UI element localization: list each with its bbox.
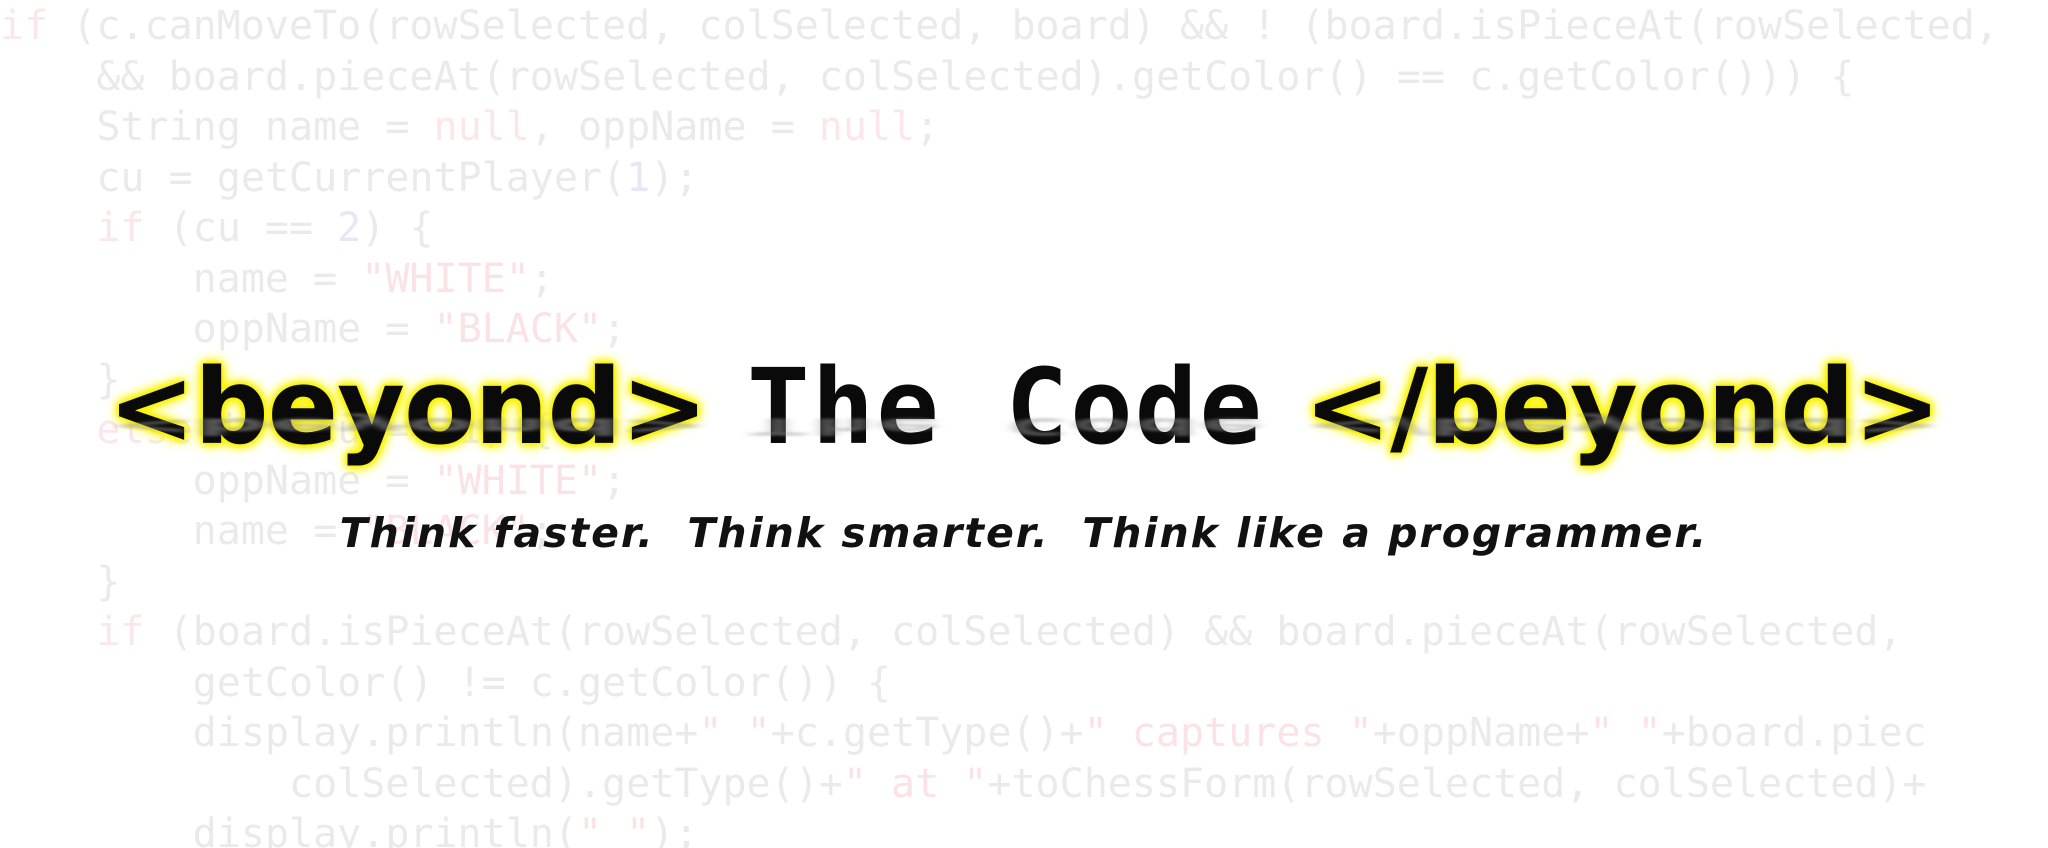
- code-token: 1: [626, 154, 651, 201]
- code-token: 2: [337, 205, 362, 251]
- code-token: ) {: [361, 205, 434, 251]
- code-token: String name =: [0, 104, 434, 150]
- code-line: && board.pieceAt(rowSelected, colSelecte…: [0, 52, 2048, 103]
- code-token: " at ": [842, 760, 988, 807]
- code-token: );: [650, 811, 699, 848]
- code-token: if: [96, 609, 145, 655]
- code-line: cu = getCurrentPlayer(1);: [0, 153, 2048, 204]
- code-line: display.println(" ");: [0, 809, 2048, 848]
- code-token: cu = getCurrentPlayer(: [0, 154, 627, 201]
- code-token: (cu ==: [144, 205, 338, 251]
- code-token: " ": [1589, 710, 1662, 756]
- code-token: if: [0, 3, 49, 49]
- code-line: if (board.isPieceAt(rowSelected, colSele…: [0, 607, 2048, 658]
- code-token: null: [433, 104, 530, 150]
- banner-image: if (c.canMoveTo(rowSelected, colSelected…: [0, 0, 2048, 848]
- code-token: null: [818, 104, 916, 150]
- code-token: ;: [915, 104, 940, 150]
- code-token: if: [96, 205, 145, 251]
- close-tag: </beyond>: [1303, 346, 1941, 468]
- code-token: +toChessForm(rowSelected, colSelected)+: [987, 760, 1927, 807]
- code-token: && board.pieceAt(rowSelected, colSelecte…: [0, 53, 1855, 100]
- code-token: "WHITE": [361, 255, 530, 302]
- code-token: " captures ": [1083, 710, 1373, 756]
- code-token: ;: [529, 255, 554, 302]
- tagline: Think faster. Think smarter. Think like …: [339, 509, 1709, 557]
- code-line: getColor() != c.getColor()) {: [0, 658, 2048, 709]
- code-token: );: [650, 154, 699, 201]
- code-token: display.println(: [0, 811, 578, 848]
- code-token: +board.piec: [1661, 710, 1927, 756]
- code-line: display.println(name+" "+c.getType()+" c…: [0, 708, 2048, 759]
- code-line: colSelected).getType()+" at "+toChessFor…: [0, 759, 2048, 810]
- code-token: getColor() != c.getColor()) {: [0, 659, 892, 706]
- code-token: }: [0, 558, 121, 605]
- code-line: name = "WHITE";: [0, 254, 2048, 305]
- code-token: , oppName =: [529, 104, 819, 150]
- code-token: " ": [577, 811, 651, 848]
- banner-title: <beyond> The Code </beyond>: [0, 345, 2048, 470]
- open-tag: <beyond>: [108, 346, 708, 468]
- code-token: display.println(name+: [0, 710, 699, 756]
- code-token: (board.isPieceAt(rowSelected, colSelecte…: [144, 609, 1903, 655]
- code-line: if (cu == 2) {: [0, 203, 2048, 254]
- code-token: +c.getType()+: [770, 710, 1084, 756]
- code-token: colSelected).getType()+: [0, 760, 843, 807]
- code-line: String name = null, oppName = null;: [0, 102, 2048, 153]
- code-line: }: [0, 557, 2048, 608]
- code-token: (c.canMoveTo(rowSelected, colSelected, b…: [48, 3, 1999, 49]
- code-token: name =: [0, 255, 362, 302]
- title-text: The Code: [747, 346, 1264, 468]
- code-token: +oppName+: [1372, 710, 1590, 756]
- code-token: " ": [698, 710, 771, 756]
- code-line: if (c.canMoveTo(rowSelected, colSelected…: [0, 1, 2048, 52]
